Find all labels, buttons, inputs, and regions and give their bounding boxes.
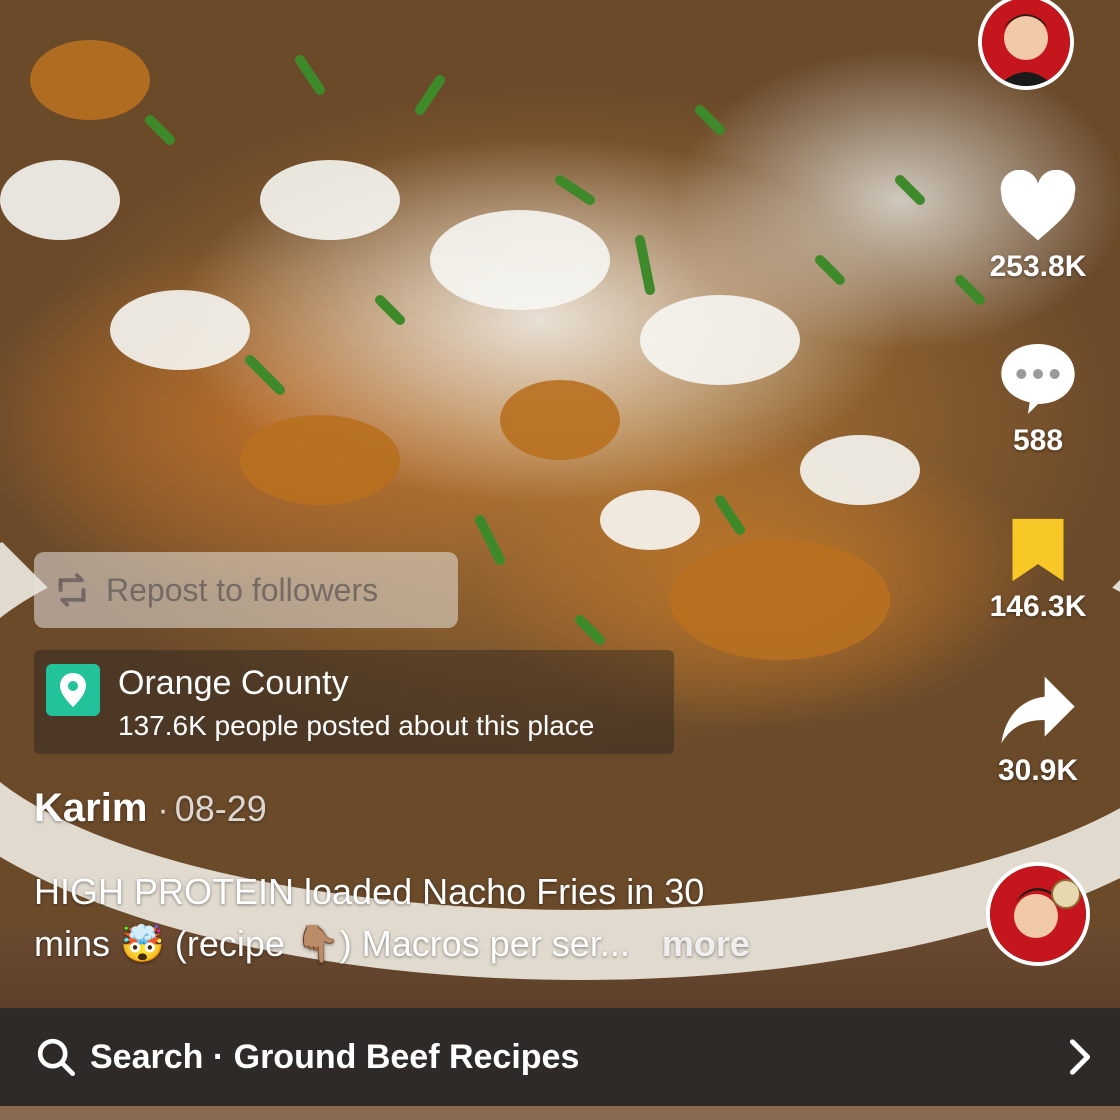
caption-line-2: mins 🤯 (recipe 👇🏽) Macros per ser... more — [34, 918, 914, 970]
heart-icon — [1000, 170, 1076, 241]
location-tag[interactable]: Orange County 137.6K people posted about… — [34, 650, 674, 754]
caption-text: (recipe — [174, 923, 285, 964]
comment-count: 588 — [1012, 424, 1064, 457]
share-arrow-icon — [1001, 676, 1075, 744]
repost-button[interactable]: Repost to followers — [34, 552, 458, 628]
post-date: 08-29 — [174, 788, 267, 829]
share-button[interactable]: 30.9K — [978, 672, 1098, 788]
repost-label: Repost to followers — [106, 571, 379, 608]
exploding-head-emoji: 🤯 — [120, 923, 165, 964]
search-icon — [37, 1038, 75, 1076]
location-subtitle: 137.6K people posted about this place — [118, 710, 595, 741]
location-pin-icon — [46, 664, 100, 716]
sound-avatar[interactable] — [986, 862, 1090, 966]
separator: · — [157, 791, 169, 829]
caption-text: mins — [34, 923, 111, 964]
caption-text: ) Macros per ser... — [339, 923, 630, 964]
location-name: Orange County — [118, 664, 349, 702]
chevron-right-icon — [1069, 1039, 1091, 1075]
sound-disc-icon — [990, 866, 1086, 962]
pointing-down-emoji: 👇🏽 — [294, 923, 340, 964]
like-button[interactable]: 253.8K — [978, 170, 1098, 284]
comment-button[interactable]: 588 — [978, 340, 1098, 458]
like-count: 253.8K — [989, 250, 1087, 283]
share-count: 30.9K — [997, 754, 1079, 787]
bookmark-icon — [1012, 518, 1064, 582]
post-caption[interactable]: HIGH PROTEIN loaded Nacho Fries in 30 mi… — [34, 866, 914, 970]
author-name[interactable]: Karim — [34, 786, 147, 830]
more-link[interactable]: more — [662, 923, 750, 964]
bottom-edge — [0, 1106, 1120, 1120]
caption-line-1: HIGH PROTEIN loaded Nacho Fries in 30 — [34, 871, 705, 912]
repost-icon — [58, 573, 86, 607]
search-label: Search · Ground Beef Recipes — [90, 1037, 580, 1076]
creator-avatar-icon — [982, 0, 1070, 86]
bookmark-button[interactable]: 146.3K — [978, 516, 1098, 624]
comment-bubble-icon — [1001, 344, 1075, 414]
search-bar[interactable]: Search · Ground Beef Recipes — [0, 1008, 1120, 1106]
bookmark-count: 146.3K — [989, 590, 1087, 623]
post-author-line: Karim · 08-29 — [34, 786, 267, 831]
